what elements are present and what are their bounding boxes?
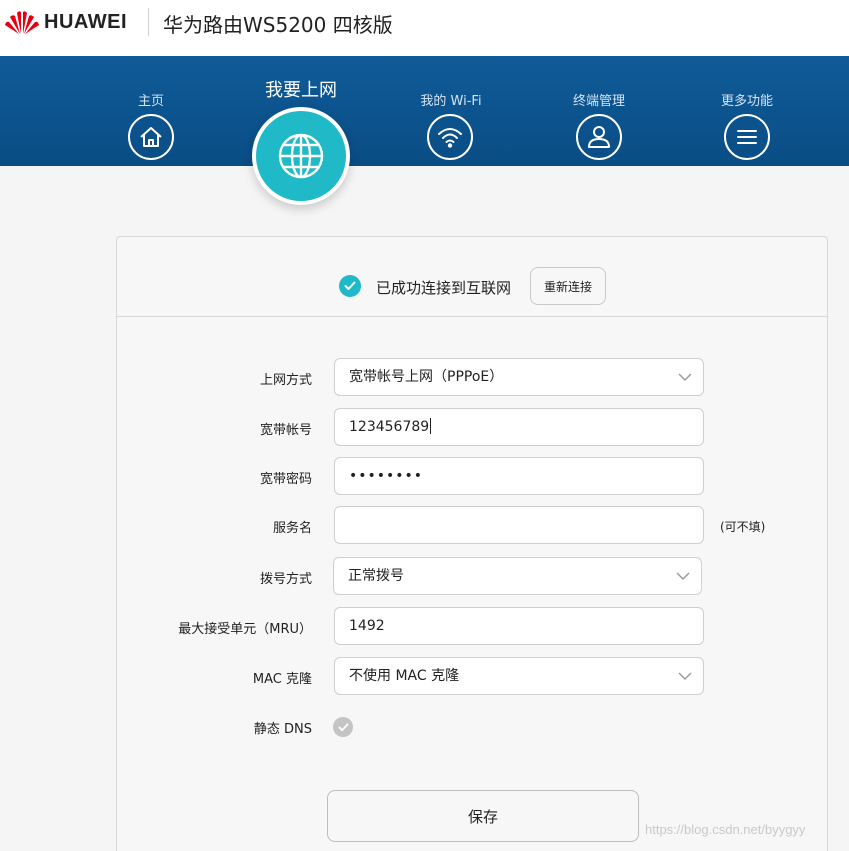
mru-label: 最大接受单元（MRU） (178, 622, 312, 637)
connection-status-row: 已成功连接到互联网 重新连接 (117, 237, 827, 317)
static-dns-checkbox[interactable] (333, 717, 353, 737)
home-icon (128, 114, 174, 160)
user-icon (576, 114, 622, 160)
chevron-down-icon (678, 373, 692, 381)
save-button[interactable]: 保存 (327, 790, 639, 842)
nav-item-label: 主页 (137, 94, 164, 109)
mru-input[interactable]: 1492 (334, 607, 704, 645)
service-name-input[interactable] (334, 506, 704, 544)
menu-icon (724, 114, 770, 160)
nav-item-label: 更多功能 (720, 94, 773, 109)
internet-settings-panel: 已成功连接到互联网 重新连接 上网方式 宽带帐号上网（PPPoE） 宽带帐号 1… (116, 236, 828, 851)
connection-type-label: 上网方式 (259, 373, 312, 388)
page-title: 华为路由WS5200 四核版 (163, 13, 393, 37)
optional-hint: (可不填) (720, 520, 766, 534)
nav-item-devices[interactable]: 终端管理 (544, 56, 654, 166)
wifi-icon (427, 114, 473, 160)
mac-clone-value: 不使用 MAC 克隆 (349, 668, 460, 684)
password-label: 宽带密码 (259, 472, 312, 487)
reconnect-button[interactable]: 重新连接 (530, 267, 606, 305)
nav-item-wifi[interactable]: 我的 Wi-Fi (396, 56, 506, 166)
nav-item-label: 我的 Wi-Fi (420, 94, 482, 109)
mac-clone-select[interactable]: 不使用 MAC 克隆 (334, 657, 704, 695)
nav-item-label: 终端管理 (572, 94, 625, 109)
account-input[interactable]: 123456789 (334, 408, 704, 446)
account-label: 宽带帐号 (259, 423, 312, 438)
nav-item-label: 我要上网 (265, 80, 337, 101)
check-icon (338, 722, 348, 731)
mac-clone-label: MAC 克隆 (252, 672, 312, 687)
nav-item-home[interactable]: 主页 (96, 56, 206, 166)
top-header: HUAWEI 华为路由WS5200 四核版 (0, 0, 849, 56)
service-name-label: 服务名 (272, 521, 312, 536)
brand-name: HUAWEI (44, 11, 127, 33)
password-value: •••••••• (349, 468, 424, 484)
main-nav: 主页 我要上网 我的 Wi-Fi 终端管理 更多功能 (0, 56, 849, 166)
mru-value: 1492 (349, 618, 385, 634)
nav-item-more[interactable]: 更多功能 (692, 56, 802, 166)
connection-status-text: 已成功连接到互联网 (376, 279, 512, 297)
chevron-down-icon (678, 672, 692, 680)
globe-icon[interactable] (252, 107, 350, 205)
account-value: 123456789 (349, 419, 430, 435)
watermark: https://blog.csdn.net/byygyy (645, 822, 806, 837)
huawei-logo-icon (5, 11, 39, 34)
connection-type-select[interactable]: 宽带帐号上网（PPPoE） (334, 358, 704, 396)
dial-mode-value: 正常拨号 (348, 568, 404, 584)
static-dns-label: 静态 DNS (253, 722, 312, 737)
chevron-down-icon (676, 572, 690, 580)
dial-mode-label: 拨号方式 (259, 572, 312, 587)
dial-mode-select[interactable]: 正常拨号 (333, 557, 702, 595)
header-divider (148, 8, 149, 36)
check-icon (339, 275, 361, 297)
text-cursor (430, 418, 432, 434)
password-input[interactable]: •••••••• (334, 457, 704, 495)
connection-type-value: 宽带帐号上网（PPPoE） (349, 369, 504, 385)
